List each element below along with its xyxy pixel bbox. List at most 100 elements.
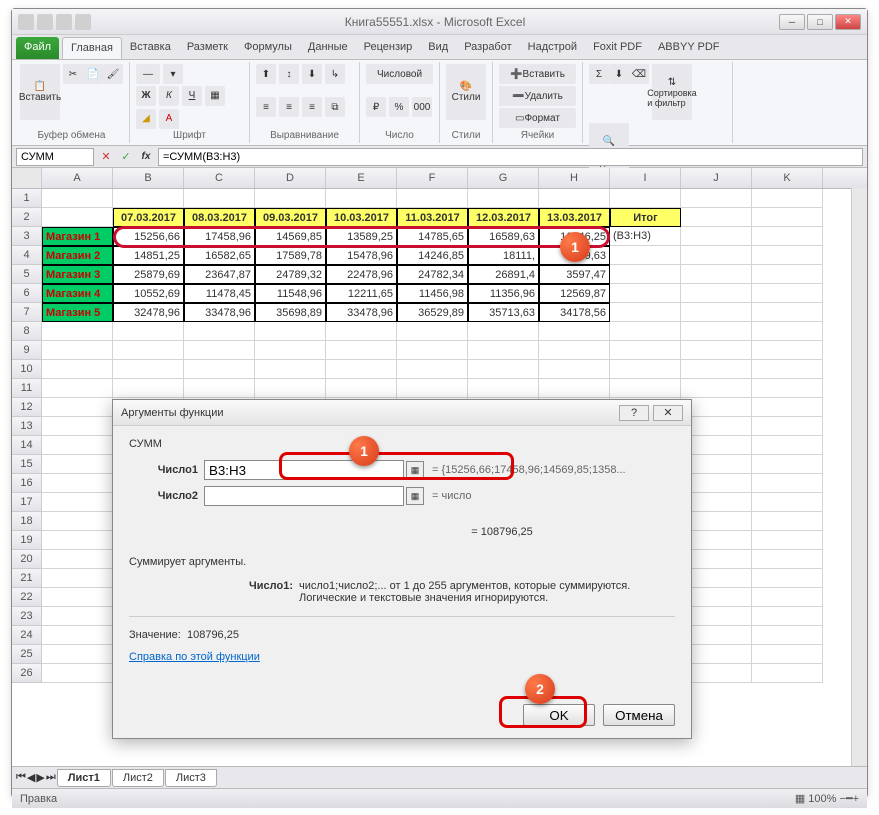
cell-F10[interactable]	[397, 360, 468, 379]
cell-E10[interactable]	[326, 360, 397, 379]
cell-H3[interactable]: 16546,25	[539, 227, 610, 246]
cell-H1[interactable]	[539, 189, 610, 208]
comma-button[interactable]: 000	[412, 97, 432, 117]
clear-button[interactable]: ⌫	[629, 64, 649, 84]
align-left-icon[interactable]: ≡	[256, 97, 276, 117]
cell-F1[interactable]	[397, 189, 468, 208]
cell-F7[interactable]: 36529,89	[397, 303, 468, 322]
autosum-button[interactable]: Σ	[589, 64, 609, 84]
cell-H9[interactable]	[539, 341, 610, 360]
col-header-F[interactable]: F	[397, 168, 468, 188]
cell-A12[interactable]	[42, 398, 113, 417]
cell-J1[interactable]	[681, 189, 752, 208]
row-header-15[interactable]: 15	[12, 455, 42, 474]
dialog-ok-button[interactable]: OK	[523, 704, 595, 726]
cell-A4[interactable]: Магазин 2	[42, 246, 113, 265]
cell-E5[interactable]: 22478,96	[326, 265, 397, 284]
tab-home[interactable]: Главная	[62, 37, 122, 59]
cell-B7[interactable]: 32478,96	[113, 303, 184, 322]
tab-addins[interactable]: Надстрой	[520, 37, 585, 59]
cell-K4[interactable]	[752, 246, 823, 265]
cell-C11[interactable]	[184, 379, 255, 398]
cell-J9[interactable]	[681, 341, 752, 360]
sort-filter-button[interactable]: ⇅Сортировка и фильтр	[652, 64, 692, 120]
cell-F11[interactable]	[397, 379, 468, 398]
cell-B1[interactable]	[113, 189, 184, 208]
cell-A20[interactable]	[42, 550, 113, 569]
cell-B11[interactable]	[113, 379, 184, 398]
cell-E1[interactable]	[326, 189, 397, 208]
cell-A26[interactable]	[42, 664, 113, 683]
cell-F6[interactable]: 11456,98	[397, 284, 468, 303]
cell-K20[interactable]	[752, 550, 823, 569]
cell-E7[interactable]: 33478,96	[326, 303, 397, 322]
cell-B5[interactable]: 25879,69	[113, 265, 184, 284]
cell-D3[interactable]: 14569,85	[255, 227, 326, 246]
col-header-J[interactable]: J	[681, 168, 752, 188]
cell-G3[interactable]: 16589,63	[468, 227, 539, 246]
cell-I6[interactable]	[610, 284, 681, 303]
cell-I1[interactable]	[610, 189, 681, 208]
arg2-input[interactable]	[204, 486, 404, 506]
cell-G9[interactable]	[468, 341, 539, 360]
underline-button[interactable]: Ч	[182, 86, 202, 106]
font-size-box[interactable]: ▾	[163, 64, 183, 84]
cell-J8[interactable]	[681, 322, 752, 341]
row-header-9[interactable]: 9	[12, 341, 42, 360]
cell-B6[interactable]: 10552,69	[113, 284, 184, 303]
cell-J2[interactable]	[681, 208, 752, 227]
dialog-help-link[interactable]: Справка по этой функции	[129, 651, 260, 663]
cell-A9[interactable]	[42, 341, 113, 360]
cell-C3[interactable]: 17458,96	[184, 227, 255, 246]
tab-foxit[interactable]: Foxit PDF	[585, 37, 650, 59]
cell-A16[interactable]	[42, 474, 113, 493]
cell-K24[interactable]	[752, 626, 823, 645]
cell-H6[interactable]: 12569,87	[539, 284, 610, 303]
cell-B10[interactable]	[113, 360, 184, 379]
vertical-scrollbar[interactable]	[851, 188, 867, 766]
bold-button[interactable]: Ж	[136, 86, 156, 106]
cell-A11[interactable]	[42, 379, 113, 398]
dialog-help-icon[interactable]: ?	[619, 405, 649, 421]
cell-C1[interactable]	[184, 189, 255, 208]
cell-F9[interactable]	[397, 341, 468, 360]
cell-E3[interactable]: 13589,25	[326, 227, 397, 246]
wrap-text-button[interactable]: ↳	[325, 64, 345, 84]
col-header-B[interactable]: B	[113, 168, 184, 188]
cell-F5[interactable]: 24782,34	[397, 265, 468, 284]
cell-C5[interactable]: 23647,87	[184, 265, 255, 284]
arg1-range-picker-icon[interactable]: ▦	[406, 461, 424, 479]
cell-H7[interactable]: 34178,56	[539, 303, 610, 322]
cell-F2[interactable]: 11.03.2017	[397, 208, 468, 227]
arg2-range-picker-icon[interactable]: ▦	[406, 487, 424, 505]
cell-B4[interactable]: 14851,25	[113, 246, 184, 265]
cell-B9[interactable]	[113, 341, 184, 360]
cell-J10[interactable]	[681, 360, 752, 379]
dialog-titlebar[interactable]: Аргументы функции ? ✕	[113, 400, 691, 426]
row-header-20[interactable]: 20	[12, 550, 42, 569]
row-header-12[interactable]: 12	[12, 398, 42, 417]
cell-K5[interactable]	[752, 265, 823, 284]
insert-cells-button[interactable]: ➕ Вставить	[499, 64, 576, 84]
tab-data[interactable]: Данные	[300, 37, 356, 59]
border-button[interactable]: ▦	[205, 86, 225, 106]
cell-G10[interactable]	[468, 360, 539, 379]
cell-G6[interactable]: 11356,96	[468, 284, 539, 303]
zoom-out-icon[interactable]: −	[840, 793, 846, 805]
cell-H4[interactable]: 489,63	[539, 246, 610, 265]
col-header-C[interactable]: C	[184, 168, 255, 188]
cell-B3[interactable]: 15256,66	[113, 227, 184, 246]
cell-I11[interactable]	[610, 379, 681, 398]
cell-D9[interactable]	[255, 341, 326, 360]
row-header-25[interactable]: 25	[12, 645, 42, 664]
cell-K8[interactable]	[752, 322, 823, 341]
cell-D11[interactable]	[255, 379, 326, 398]
align-right-icon[interactable]: ≡	[302, 97, 322, 117]
row-header-18[interactable]: 18	[12, 512, 42, 531]
cell-K16[interactable]	[752, 474, 823, 493]
cell-J3[interactable]	[681, 227, 752, 246]
cell-K1[interactable]	[752, 189, 823, 208]
fill-color-button[interactable]: ◢	[136, 109, 156, 129]
row-header-2[interactable]: 2	[12, 208, 42, 227]
col-header-K[interactable]: K	[752, 168, 823, 188]
